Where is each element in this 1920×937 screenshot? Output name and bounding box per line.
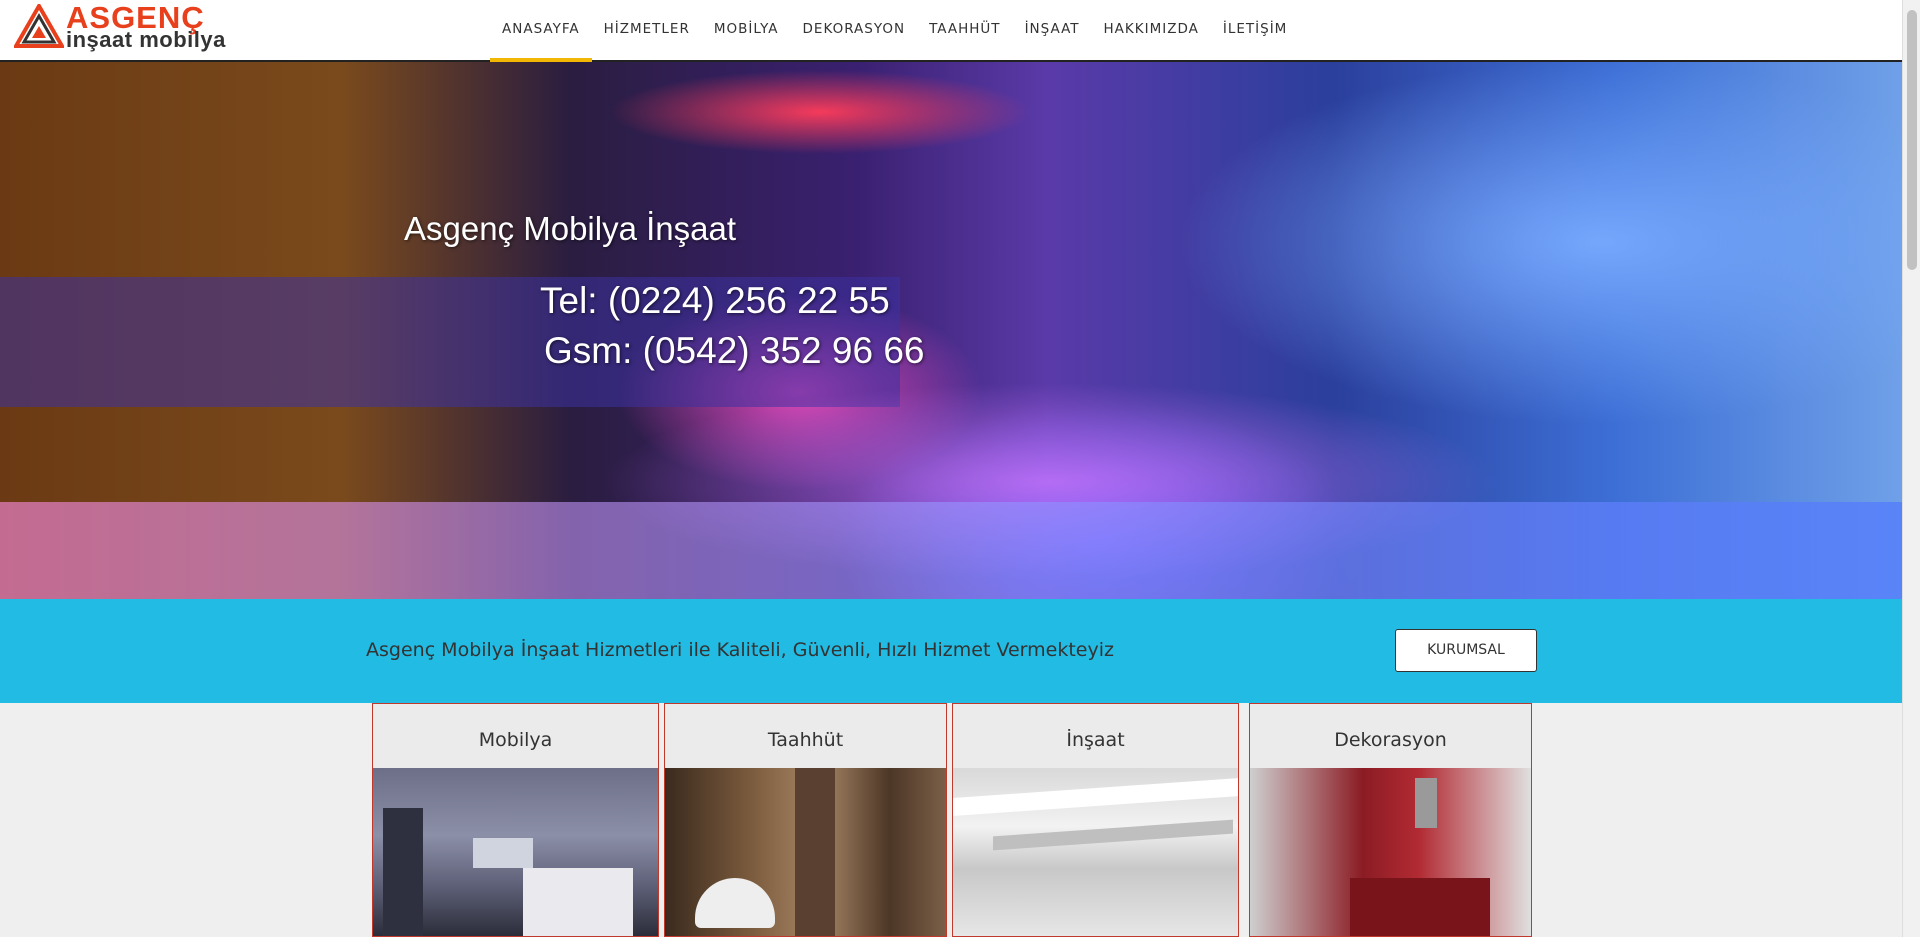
hero-slider: Asgenç Mobilya İnşaat Tel: (0224) 256 22…	[0, 62, 1902, 599]
service-card-taahhut[interactable]: Taahhüt	[664, 703, 947, 937]
service-card-mobilya[interactable]: Mobilya	[372, 703, 659, 937]
service-card-title: Dekorasyon	[1334, 729, 1447, 751]
info-strip-text: Asgenç Mobilya İnşaat Hizmetleri ile Kal…	[366, 639, 1114, 661]
service-card-title: İnşaat	[1066, 729, 1125, 751]
nav-item-anasayfa[interactable]: ANASAYFA	[490, 0, 592, 62]
service-card-image	[373, 768, 658, 936]
site-header: ASGENÇ inşaat mobilya ANASAYFA HİZMETLER…	[0, 0, 1902, 62]
hero-title: Asgenç Mobilya İnşaat	[404, 210, 737, 247]
main-nav: ANASAYFA HİZMETLER MOBİLYA DEKORASYON TA…	[490, 0, 1299, 62]
page-scrollbar[interactable]	[1902, 0, 1920, 937]
nav-item-mobilya[interactable]: MOBİLYA	[702, 0, 791, 60]
nav-item-hizmetler[interactable]: HİZMETLER	[592, 0, 702, 60]
logo-triangle-icon	[14, 4, 64, 48]
nav-item-taahhut[interactable]: TAAHHÜT	[917, 0, 1012, 60]
site-logo[interactable]: ASGENÇ inşaat mobilya	[14, 0, 244, 52]
hero-mobile: Gsm: (0542) 352 96 66	[544, 330, 925, 371]
service-card-title: Taahhüt	[767, 729, 844, 751]
scrollbar-thumb[interactable]	[1907, 10, 1917, 270]
nav-item-iletisim[interactable]: İLETİŞİM	[1211, 0, 1299, 60]
nav-item-insaat[interactable]: İNŞAAT	[1013, 0, 1092, 60]
service-card-image	[953, 768, 1238, 936]
service-card-image	[1250, 768, 1531, 936]
nav-item-dekorasyon[interactable]: DEKORASYON	[791, 0, 918, 60]
kurumsal-button[interactable]: KURUMSAL	[1395, 629, 1537, 672]
service-card-image	[665, 768, 946, 936]
logo-subtitle: inşaat mobilya	[66, 27, 226, 52]
info-strip: Asgenç Mobilya İnşaat Hizmetleri ile Kal…	[0, 599, 1902, 703]
service-card-insaat[interactable]: İnşaat	[952, 703, 1239, 937]
services-section	[0, 703, 1902, 937]
nav-item-hakkimizda[interactable]: HAKKIMIZDA	[1092, 0, 1211, 60]
hero-bar-counter	[0, 502, 1902, 599]
service-card-dekorasyon[interactable]: Dekorasyon	[1249, 703, 1532, 937]
hero-phone: Tel: (0224) 256 22 55	[540, 280, 890, 321]
service-card-title: Mobilya	[478, 729, 553, 751]
